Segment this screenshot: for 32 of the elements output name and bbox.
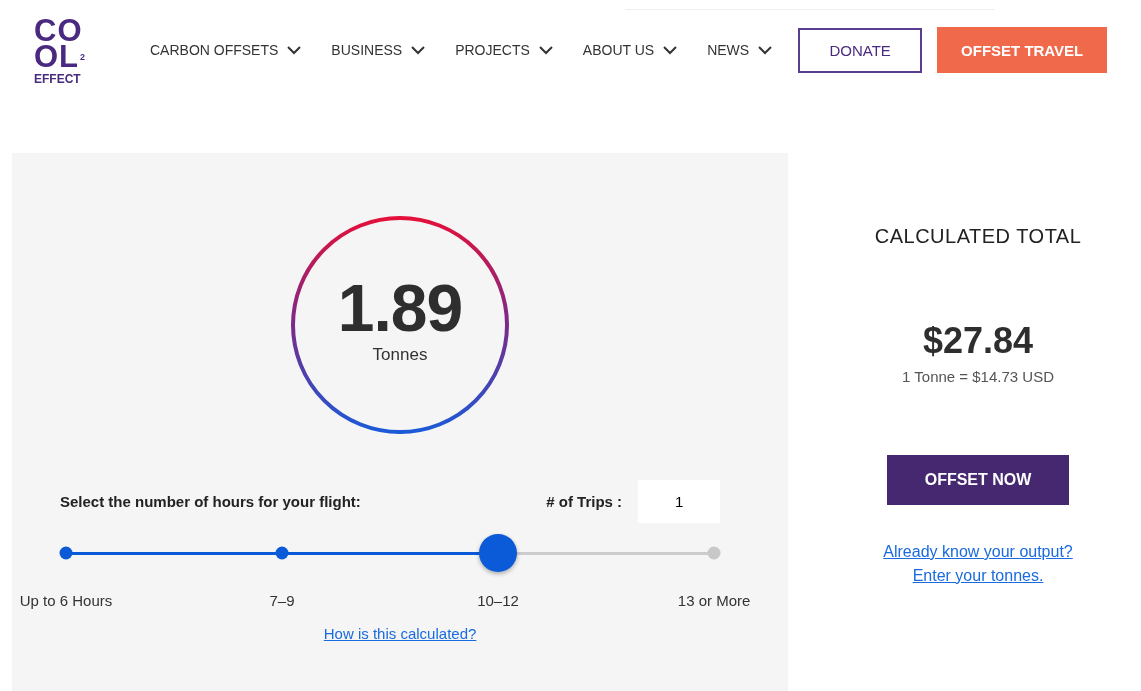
nav-menu-item[interactable]: CARBON OFFSETS bbox=[150, 42, 302, 58]
nav-menu-item[interactable]: NEWS bbox=[707, 42, 773, 58]
trips-input[interactable]: 1 bbox=[638, 480, 721, 523]
total-amount: $27.84 bbox=[923, 320, 1034, 362]
hours-label: Select the number of hours for your flight: bbox=[60, 493, 361, 510]
chevron-down-icon bbox=[411, 45, 426, 55]
chevron-down-icon bbox=[758, 45, 773, 55]
slider-thumb[interactable] bbox=[479, 534, 518, 572]
chevron-down-icon bbox=[663, 45, 678, 55]
step-label: Up to 6 Hours bbox=[19, 592, 113, 609]
trips-label: # of Trips : bbox=[546, 493, 623, 510]
donate-button[interactable]: DONATE bbox=[798, 27, 923, 73]
offset-now-button[interactable]: OFFSET NOW bbox=[887, 455, 1070, 505]
chevron-down-icon bbox=[538, 45, 553, 55]
nav-menu-item[interactable]: BUSINESS bbox=[331, 42, 426, 58]
nav-menu-item[interactable]: ABOUT US bbox=[582, 42, 678, 58]
output-link[interactable]: Already know your output? bbox=[883, 543, 1073, 561]
slider-step-dot[interactable] bbox=[59, 546, 73, 560]
enter-tonnes-link[interactable]: Enter your tonnes. bbox=[912, 567, 1044, 585]
logo[interactable]: CO OL$^{2}$ EFFECT bbox=[34, 17, 94, 85]
slider-step-dot[interactable] bbox=[707, 546, 721, 560]
nav-menu-item[interactable]: PROJECTS bbox=[455, 42, 553, 58]
how-calculated-link[interactable]: How is this calculated? bbox=[323, 625, 477, 642]
chevron-down-icon bbox=[287, 45, 302, 55]
total-title: CALCULATED TOTAL bbox=[874, 225, 1082, 248]
step-label: 7–9 bbox=[269, 592, 295, 609]
slider-step-dot[interactable] bbox=[275, 546, 289, 560]
rate-text: 1 Tonne = $14.73 USD bbox=[902, 368, 1054, 385]
step-label: 10–12 bbox=[477, 592, 519, 609]
tonnes-value: 1.89 bbox=[337, 275, 463, 341]
tonnes-unit: Tonnes bbox=[372, 345, 428, 365]
step-label: 13 or More bbox=[677, 592, 751, 609]
